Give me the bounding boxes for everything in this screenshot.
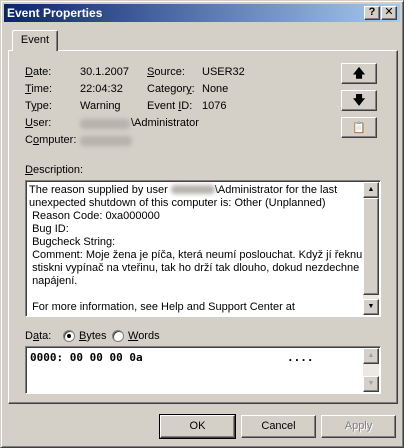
data-scroll-up-arrow-icon[interactable]: ▲ — [363, 348, 379, 364]
ascii-dump: .... — [287, 351, 314, 364]
help-icon: ? — [368, 6, 376, 18]
apply-label: Apply — [344, 420, 373, 432]
data-textbox[interactable]: 0000: 00 00 00 0a .... ▲ ▼ — [25, 346, 381, 394]
category-value: None — [202, 83, 229, 95]
description-text: The reason supplied by user \Administrat… — [29, 184, 364, 314]
cancel-label: Cancel — [261, 420, 296, 432]
type-label: Type: — [25, 100, 52, 112]
description-body: unexpected shutdown of this computer is:… — [29, 197, 363, 313]
scroll-thumb[interactable] — [363, 198, 379, 295]
user-label: User: — [25, 117, 52, 129]
description-line1-before: The reason supplied by user — [29, 184, 171, 196]
source-value: USER32 — [202, 66, 245, 78]
close-button[interactable]: ✕ — [381, 6, 397, 20]
copy-icon: 📋 — [352, 122, 366, 134]
data-scroll-down-arrow-icon[interactable]: ▼ — [363, 376, 379, 392]
window-title: Event Properties — [7, 6, 103, 20]
next-event-button[interactable]: 🡇 — [341, 90, 377, 111]
data-label: Data: — [25, 330, 52, 342]
user-name-redacted — [80, 119, 130, 129]
ok-label: OK — [189, 420, 206, 432]
description-textbox[interactable]: The reason supplied by user \Administrat… — [25, 180, 381, 317]
words-radio[interactable] — [112, 330, 124, 342]
copy-to-clipboard-button[interactable]: 📋 — [341, 117, 377, 138]
time-label: Time: — [25, 83, 53, 95]
computer-label: Computer: — [25, 134, 77, 146]
bytes-radio[interactable] — [63, 330, 75, 342]
scroll-up-arrow-icon[interactable]: ▲ — [363, 182, 379, 198]
eventid-label: Event ID: — [147, 100, 193, 112]
computer-name-redacted — [80, 136, 132, 146]
user-value: \Administrator — [131, 117, 199, 129]
tab-event[interactable]: Event — [12, 30, 58, 51]
description-user-redacted — [170, 185, 215, 194]
time-value: 22:04:32 — [80, 83, 123, 95]
arrow-up-icon: 🡅 — [352, 66, 366, 80]
previous-event-button[interactable]: 🡅 — [341, 63, 377, 84]
apply-button[interactable]: Apply — [321, 415, 396, 438]
description-scrollbar[interactable]: ▲ ▼ — [363, 182, 379, 315]
description-label: Description: — [25, 164, 84, 176]
event-properties-window: Event Properties ? ✕ Event Date: 30.1.20… — [0, 0, 404, 448]
words-label[interactable]: Words — [128, 330, 160, 343]
title-bar[interactable]: Event Properties ? ✕ — [4, 4, 400, 22]
scroll-down-arrow-icon[interactable]: ▼ — [363, 299, 379, 315]
category-label: Category: — [147, 83, 195, 95]
date-value: 30.1.2007 — [80, 66, 129, 78]
tab-event-label: Event — [20, 34, 50, 46]
hex-dump-line: 0000: 00 00 00 0a — [30, 351, 143, 364]
eventid-value: 1076 — [202, 100, 227, 112]
event-tab-panel: Date: 30.1.2007 Source: USER32 Time: 22:… — [8, 50, 398, 404]
bytes-label[interactable]: Bytes — [79, 330, 107, 343]
close-icon: ✕ — [384, 6, 394, 18]
help-button[interactable]: ? — [364, 6, 380, 20]
description-line1-after: \Administrator for the last — [214, 184, 338, 196]
cancel-button[interactable]: Cancel — [241, 415, 316, 438]
source-label: Source: — [147, 66, 185, 78]
radio-selected-dot — [67, 334, 71, 338]
arrow-down-icon: 🡇 — [352, 93, 366, 107]
type-value: Warning — [80, 100, 121, 112]
ok-button[interactable]: OK — [159, 414, 236, 439]
date-label: Date: — [25, 66, 52, 78]
data-scrollbar[interactable]: ▲ ▼ — [363, 348, 379, 392]
